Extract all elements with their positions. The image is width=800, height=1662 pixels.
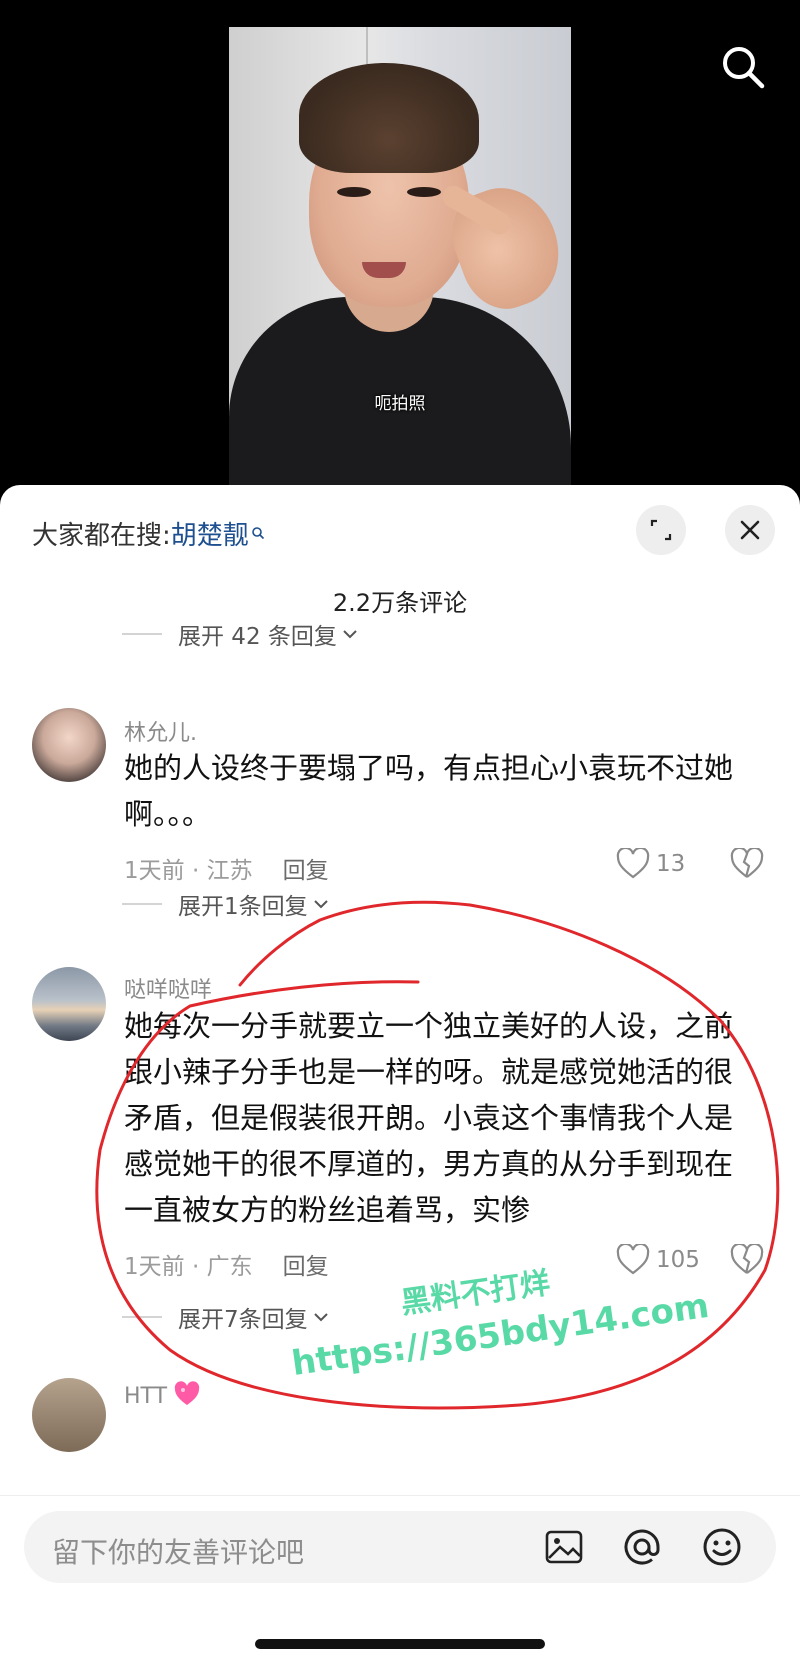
like-count: 105 [656,1247,700,1273]
comment-text: 她的人设终于要塌了吗，有点担心小袁玩不过她啊。。。 [124,751,734,831]
screen: 呃拍照 大家都在搜:胡楚靓 2.2万条评论 展开 42 条回复 林允儿. 她的人… [0,0,800,1662]
mention-button[interactable] [620,1525,664,1569]
emoji-icon [703,1528,741,1566]
chevron-down-icon [313,900,328,909]
like-button[interactable]: 13 [616,848,685,880]
video-person-eye [337,187,371,197]
video-person-eye [407,187,441,197]
avatar[interactable] [32,967,106,1041]
pink-heart-icon [173,1381,201,1413]
comment-text: 她每次一分手就要立一个独立美好的人设，之前跟小辣子分手也是一样的呀。就是感觉她活… [124,1009,734,1227]
comment-count-title: 2.2万条评论 [332,589,468,617]
trending-search-prefix: 大家都在搜: [32,521,171,551]
heart-icon [616,848,650,879]
video-person-hair [299,63,479,173]
divider [122,1316,162,1318]
comment-username[interactable]: HTT [124,1381,201,1413]
expand-button[interactable] [636,505,686,555]
broken-heart-icon [730,1242,764,1274]
dislike-button[interactable] [730,846,764,884]
divider [122,633,162,635]
dislike-button[interactable] [730,1242,764,1280]
trending-search[interactable]: 大家都在搜:胡楚靓 [32,515,265,552]
divider [122,903,162,905]
expand-replies[interactable]: 展开1条回复 [122,887,328,921]
at-icon [624,1529,660,1565]
comment-username[interactable]: 林允儿. [124,715,197,747]
comment-meta: 1天前 · 江苏 回复 [124,851,329,885]
comment-username-text: HTT [124,1384,168,1409]
reply-button[interactable]: 回复 [283,1254,329,1280]
comment-input-placeholder: 留下你的友善评论吧 [52,1536,305,1569]
close-button[interactable] [725,505,775,555]
chevron-down-icon [343,630,357,639]
image-button[interactable] [542,1525,586,1569]
search-button[interactable] [718,42,768,92]
expand-replies-top[interactable]: 展开 42 条回复 [122,617,357,651]
home-indicator [255,1639,545,1649]
small-search-icon [251,517,265,547]
comment-time-location: 1天前 · 广东 [124,1254,253,1280]
chevron-down-icon [313,1313,328,1322]
comment-username[interactable]: 哒咩哒咩 [124,972,212,1004]
comment-input[interactable]: 留下你的友善评论吧 [24,1511,776,1583]
heart-icon [616,1244,650,1275]
trending-search-term[interactable]: 胡楚靓 [171,521,249,551]
image-icon [545,1530,583,1564]
comment-time-location: 1天前 · 江苏 [124,858,253,884]
avatar[interactable] [32,708,106,782]
like-count: 13 [656,851,686,877]
expand-replies-label: 展开 42 条回复 [178,624,337,650]
comment-sheet: 大家都在搜:胡楚靓 2.2万条评论 展开 42 条回复 林允儿. 她的人设终于要… [0,485,800,1662]
like-button[interactable]: 105 [616,1244,700,1276]
reply-button[interactable]: 回复 [283,858,329,884]
expand-replies-label: 展开1条回复 [178,894,308,920]
search-icon [723,47,765,89]
close-icon [740,520,760,540]
video-player[interactable]: 呃拍照 [229,27,571,485]
expand-replies-label: 展开7条回复 [178,1307,308,1333]
video-subtitle: 呃拍照 [374,394,426,414]
expand-icon [650,519,672,541]
comment-input-bar: 留下你的友善评论吧 [0,1495,800,1662]
broken-heart-icon [730,846,764,878]
expand-replies[interactable]: 展开7条回复 [122,1300,328,1334]
avatar[interactable] [32,1378,106,1452]
emoji-button[interactable] [700,1525,744,1569]
comment-meta: 1天前 · 广东 回复 [124,1247,329,1281]
